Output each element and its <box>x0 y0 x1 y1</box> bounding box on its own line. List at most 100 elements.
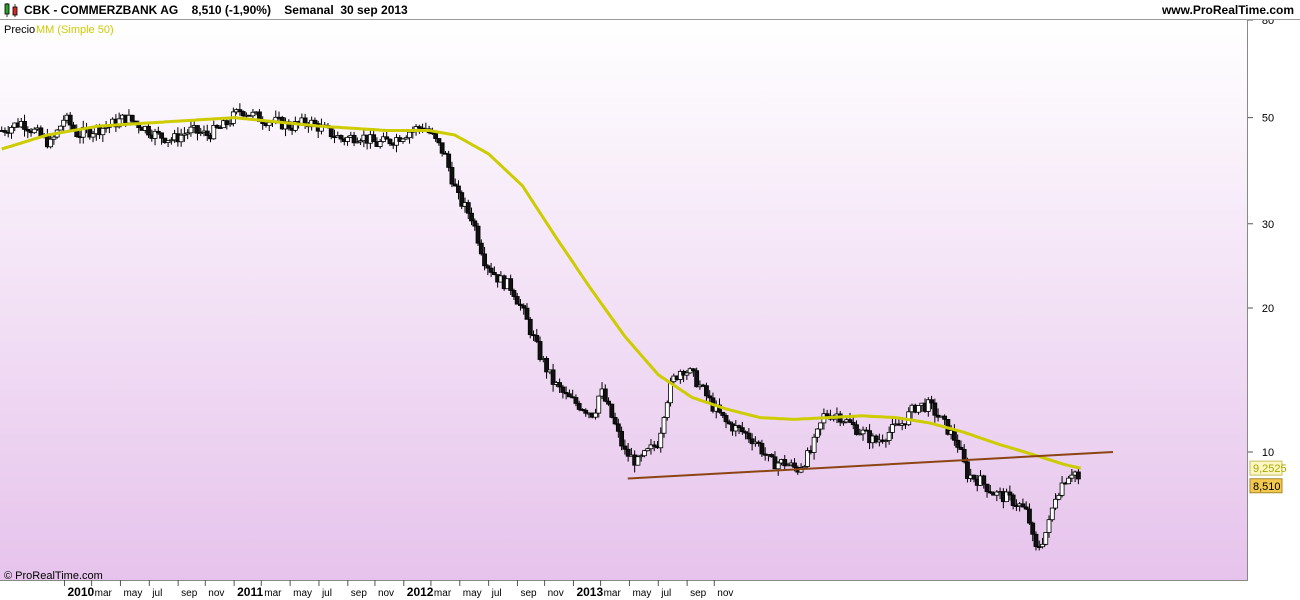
y-tick-label: 50 <box>1262 113 1274 125</box>
candle-body <box>606 400 611 405</box>
candle-body <box>31 128 37 134</box>
x-tick-label: nov <box>208 588 224 599</box>
x-tick-label: mar <box>604 588 622 599</box>
candle-body <box>890 424 895 433</box>
candle-body <box>129 114 135 122</box>
candle-body <box>720 411 726 416</box>
x-tick-label: may <box>293 588 312 599</box>
legend-ma: MM (Simple 50) <box>36 24 114 36</box>
candle-body <box>1007 491 1013 496</box>
candle-body <box>619 430 625 447</box>
candle-body <box>67 114 73 126</box>
candle-body <box>204 130 210 136</box>
site-url[interactable]: www.ProRealTime.com <box>1162 3 1294 17</box>
candle-body <box>38 127 44 137</box>
candle-body <box>952 430 957 441</box>
candle-body <box>178 134 184 143</box>
x-tick-label: sep <box>351 588 368 599</box>
symbol-name: CBK - COMMERZBANK AG <box>24 3 179 17</box>
candle-body <box>854 424 859 435</box>
candle-body <box>537 340 543 360</box>
candle-body <box>694 370 700 388</box>
candle-body <box>48 138 54 148</box>
candle-body <box>188 126 194 134</box>
candle-body <box>1053 498 1058 509</box>
axis-background <box>1248 20 1300 580</box>
candle-body <box>984 483 990 493</box>
candle-body <box>759 442 765 455</box>
date-label: 30 sep 2013 <box>340 3 408 17</box>
candle-body <box>1033 533 1039 547</box>
x-tick-label: sep <box>690 588 707 599</box>
candle-body <box>1056 494 1062 500</box>
candle-body <box>387 138 393 145</box>
candle-body <box>488 267 494 273</box>
candle-body <box>433 133 439 139</box>
x-tick-label: may <box>123 588 142 599</box>
x-tick-label: mar <box>264 588 282 599</box>
candle-body <box>567 393 572 398</box>
candle-body <box>818 422 824 430</box>
chart-header: CBK - COMMERZBANK AG 8,510 (-1,90%) Sema… <box>0 0 1300 20</box>
x-tick-label: jul <box>321 588 332 599</box>
copyright: © ProRealTime.com <box>4 570 103 582</box>
candle-body <box>514 296 520 305</box>
candle-body <box>847 419 853 423</box>
candle-body <box>456 185 461 193</box>
candle-body <box>436 138 442 144</box>
candle-body <box>58 125 63 131</box>
candle-body <box>1027 508 1032 524</box>
candle-body <box>814 428 820 438</box>
candle-body <box>981 475 987 485</box>
candle-body <box>266 121 272 126</box>
candle-body <box>9 127 14 134</box>
candle-body <box>612 417 618 425</box>
candle-body <box>557 382 563 388</box>
price-chart[interactable]: 8050302010 2010 mar may jul sep nov 2011 mar may… <box>0 20 1300 600</box>
candle-body <box>916 405 921 413</box>
candle-body <box>573 397 579 404</box>
candle-body <box>739 427 745 433</box>
candle-body <box>446 153 452 168</box>
candle-body <box>478 242 484 255</box>
x-tick-label: 2013 <box>576 585 603 599</box>
candle-body <box>609 403 615 418</box>
x-tick-label: nov <box>717 588 733 599</box>
candle-body <box>805 450 810 467</box>
candle-body <box>61 119 67 127</box>
candle-body <box>449 167 455 185</box>
candle-body <box>775 462 781 470</box>
candle-body <box>90 133 96 138</box>
candle-body <box>576 403 582 410</box>
candle-body <box>312 119 318 124</box>
candle-body <box>534 334 540 342</box>
candle-body <box>22 121 27 130</box>
x-tick-label: jul <box>660 588 671 599</box>
y-tick-label: 20 <box>1262 303 1274 315</box>
candle-body <box>955 439 961 448</box>
candle-body <box>338 135 344 140</box>
price-value-text: 8,510 <box>1253 481 1281 493</box>
candle-body <box>100 127 106 136</box>
candle-body <box>439 142 445 154</box>
candle-body <box>1020 503 1026 508</box>
candle-body <box>596 395 602 414</box>
x-tick-label: nov <box>548 588 564 599</box>
candle-body <box>1030 522 1036 535</box>
candle-body <box>527 318 533 336</box>
period-label: Semanal <box>284 3 334 17</box>
candle-body <box>622 445 628 450</box>
x-tick-label: 2011 <box>237 585 263 599</box>
candle-body <box>886 431 892 441</box>
candle-body <box>345 136 350 142</box>
candle-body <box>746 432 752 440</box>
x-tick-label: nov <box>378 588 394 599</box>
y-tick-label: 30 <box>1262 219 1274 231</box>
candle-body <box>602 388 608 402</box>
candle-body <box>1075 471 1081 480</box>
legend-price: Precio <box>4 24 35 36</box>
x-tick-label: may <box>463 588 482 599</box>
chart-page: CBK - COMMERZBANK AG 8,510 (-1,90%) Sema… <box>0 0 1300 600</box>
y-tick-label: 80 <box>1262 20 1274 27</box>
candle-body <box>593 412 598 418</box>
